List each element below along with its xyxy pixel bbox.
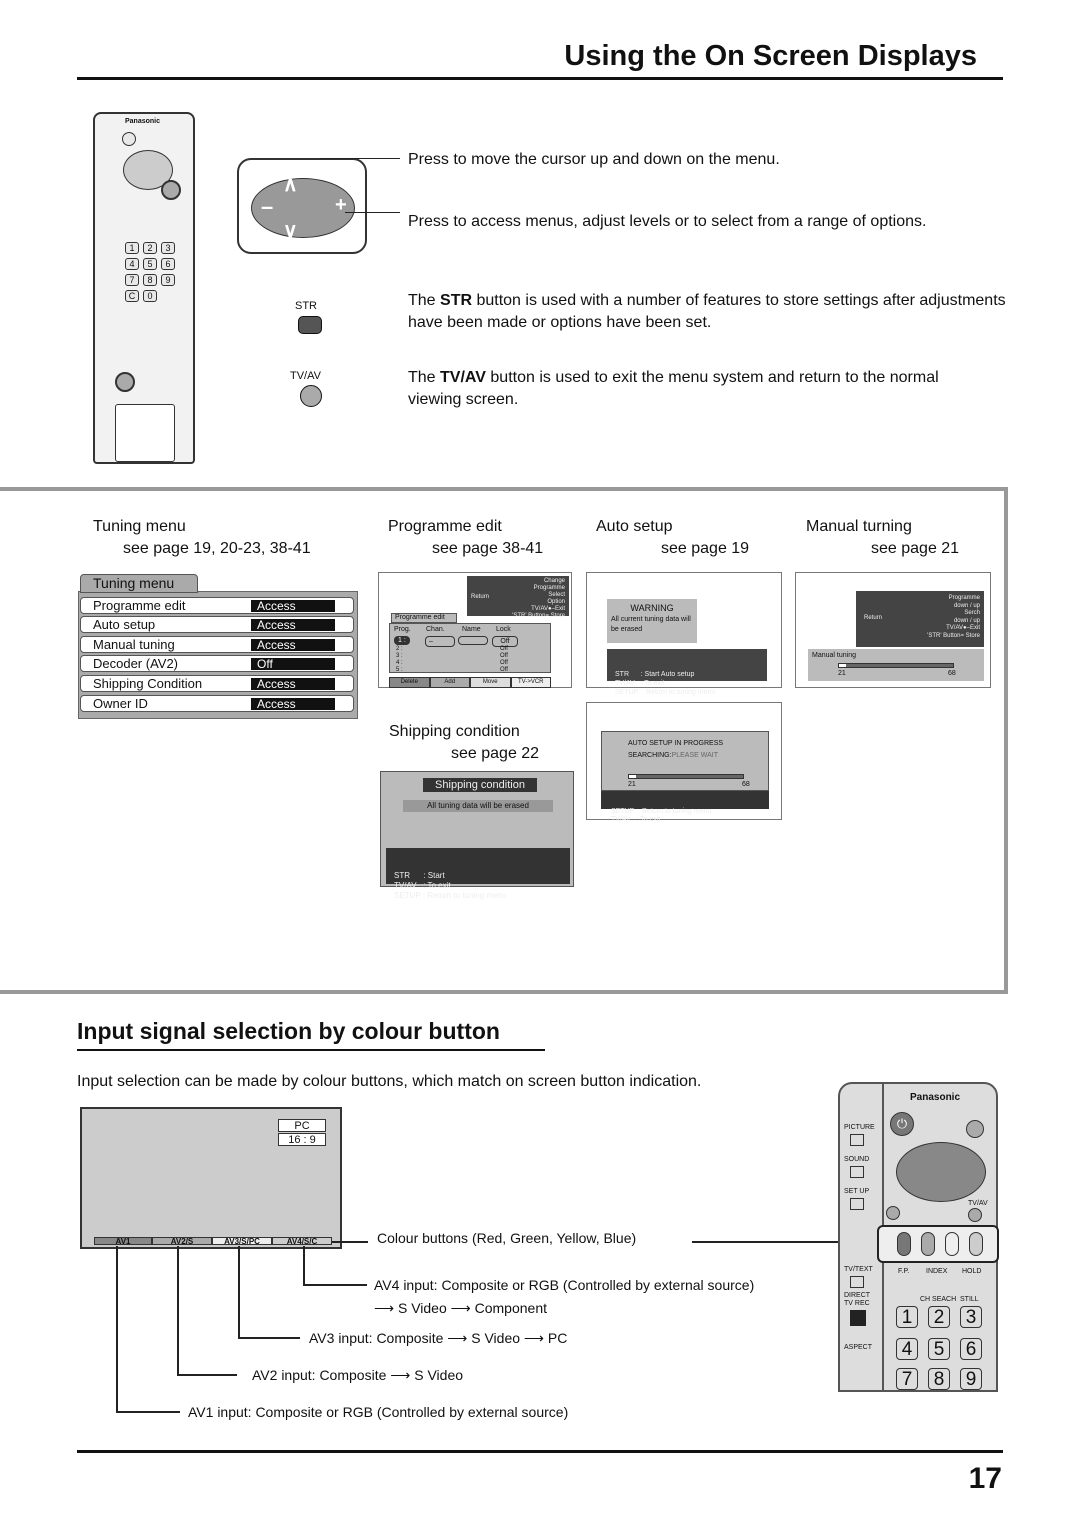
- brand-logo: Panasonic: [910, 1092, 961, 1103]
- key: 0: [143, 290, 157, 302]
- heading-programme-edit: Programme edit: [388, 518, 502, 535]
- green-button[interactable]: [921, 1232, 935, 1256]
- key: 3: [161, 242, 175, 254]
- yellow-button[interactable]: [945, 1232, 959, 1256]
- str-label: STR: [295, 300, 317, 312]
- menu-row-shipping-condition[interactable]: Shipping Condition Access: [80, 675, 354, 692]
- key: 2: [143, 242, 157, 254]
- str-description: button is used with a number of features…: [408, 292, 1006, 331]
- up-arrow-icon: ∧: [283, 174, 298, 196]
- colour-buttons-highlight: [877, 1225, 999, 1263]
- heading-shipping-condition: Shipping condition: [389, 723, 520, 740]
- key: 7: [125, 274, 139, 286]
- manual-tuning-screen: Programme down / up Serch down / up TV/AV●–E…: [795, 572, 991, 688]
- key: 5: [143, 258, 157, 270]
- access-callout: Press to access menus, adjust levels or …: [408, 213, 927, 230]
- tuning-menu-tab: Tuning menu: [80, 574, 198, 593]
- av3-label: AV3 input: Composite ⟶ S Video ⟶ PC: [309, 1330, 568, 1346]
- remote-control-illustration: Panasonic 1 2 3 4 5 6 7 8 9 C 0: [93, 112, 195, 464]
- str-button-icon: [298, 316, 322, 334]
- tvav-description: button is used to exit the menu system a…: [408, 369, 939, 408]
- page-ref: see page 22: [451, 745, 540, 762]
- mute-button: [966, 1120, 984, 1138]
- menu-row-manual-tuning[interactable]: Manual tuning Access: [80, 636, 354, 653]
- heading-tuning-menu: Tuning menu: [93, 518, 186, 535]
- av2-label: AV2 input: Composite ⟶ S Video: [252, 1367, 464, 1383]
- tv-screen-illustration: PC 16 : 9: [80, 1107, 342, 1249]
- heading-manual-turning: Manual turning: [806, 518, 912, 535]
- key: 6: [161, 258, 175, 270]
- page-ref: see page 19, 20-23, 38-41: [123, 540, 311, 557]
- menu-row-decoder[interactable]: Decoder (AV2) Off: [80, 655, 354, 672]
- plus-icon: +: [335, 194, 347, 216]
- av1-button[interactable]: AV1: [94, 1237, 152, 1246]
- programme-edit-screen: Change Programme Select Option TV/AV●–Exit 'S…: [378, 572, 572, 688]
- cursor-callout: Press to move the cursor up and down on …: [408, 151, 780, 168]
- shipping-condition-screen: Shipping condition All tuning data will …: [380, 771, 574, 900]
- power-icon: ⏻: [890, 1112, 914, 1136]
- minus-icon: –: [261, 194, 274, 219]
- section-heading: Input signal selection by colour button: [77, 1018, 500, 1044]
- menu-row-owner-id[interactable]: Owner ID Access: [80, 695, 354, 712]
- auto-setup-progress-screen: AUTO SETUP IN PROGRESS SEARCHING:PLEASE …: [586, 702, 782, 823]
- av4-label-2: ⟶ S Video ⟶ Component: [374, 1300, 547, 1316]
- page-ref: see page 19: [661, 540, 750, 557]
- tvav-label: TV/AV: [290, 370, 321, 382]
- tvav-button-icon: [300, 385, 322, 407]
- red-button[interactable]: [897, 1232, 911, 1256]
- aspect-badge: 16 : 9: [278, 1133, 326, 1146]
- str-button-highlight: [115, 372, 135, 392]
- input-badge: PC: [278, 1119, 326, 1132]
- title-rule: [77, 77, 1003, 80]
- av2-button[interactable]: AV2/S: [152, 1237, 212, 1246]
- key: 9: [161, 274, 175, 286]
- menu-row-programme-edit[interactable]: Programme edit Access: [80, 597, 354, 614]
- page-number: 17: [968, 1462, 1002, 1495]
- page-ref: see page 38-41: [432, 540, 544, 557]
- power-icon: [122, 132, 136, 146]
- key: 4: [125, 258, 139, 270]
- av4-label: AV4 input: Composite or RGB (Controlled …: [374, 1277, 755, 1293]
- key: C: [125, 290, 139, 302]
- page-ref: see page 21: [871, 540, 960, 557]
- down-arrow-icon: ∨: [283, 220, 298, 242]
- av1-label: AV1 input: Composite or RGB (Controlled …: [188, 1404, 569, 1420]
- colour-buttons-label: Colour buttons (Red, Green, Yellow, Blue…: [377, 1230, 637, 1246]
- brand-logo: Panasonic: [125, 118, 161, 125]
- auto-setup-screen: WARNING All current tuning data will be …: [586, 572, 782, 696]
- page-title: Using the On Screen Displays: [564, 40, 977, 72]
- tvav-button-highlight: [161, 180, 181, 200]
- cursor-pad-enlarged: ∧ ∨ – +: [237, 158, 367, 254]
- intro-text: Input selection can be made by colour bu…: [77, 1073, 702, 1090]
- av4-button[interactable]: AV4/S/C: [272, 1237, 332, 1246]
- remote-cover: [115, 404, 175, 462]
- cursor-pad: [896, 1142, 986, 1202]
- key: 1: [125, 242, 139, 254]
- key: 8: [143, 274, 157, 286]
- blue-button[interactable]: [969, 1232, 983, 1256]
- menu-row-auto-setup[interactable]: Auto setup Access: [80, 616, 354, 633]
- av3-button[interactable]: AV3/S/PC: [212, 1237, 272, 1246]
- heading-auto-setup: Auto setup: [596, 518, 673, 535]
